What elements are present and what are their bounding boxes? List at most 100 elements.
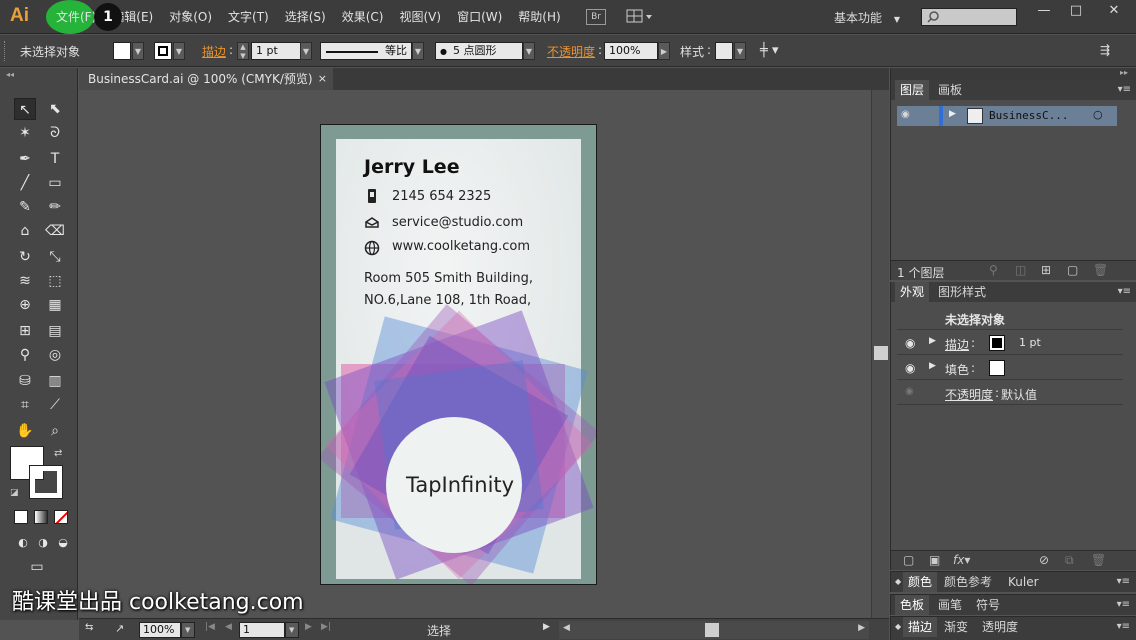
horizontal-scrollbar[interactable]: ◀ ▶: [559, 621, 869, 639]
lasso-icon[interactable]: ᘐ: [44, 122, 66, 144]
collapse-icon[interactable]: ◂◂: [6, 70, 14, 79]
stroke-profile-select[interactable]: 等比: [320, 42, 412, 60]
stepper-icon[interactable]: ▲ ▼: [237, 42, 249, 60]
new-layer-icon[interactable]: ▢: [1067, 263, 1078, 277]
tab-brushes[interactable]: 画笔: [933, 595, 967, 615]
expand-icon[interactable]: ◆: [895, 617, 901, 637]
chevron-down-icon[interactable]: ▼: [523, 42, 535, 60]
pen-tool-icon[interactable]: ✒: [14, 148, 36, 170]
default-colors-icon[interactable]: ◪: [10, 488, 19, 498]
chevron-down-icon[interactable]: ▼: [173, 42, 185, 60]
tab-appearance[interactable]: 外观: [895, 282, 930, 302]
maximize-icon[interactable]: □: [1060, 0, 1092, 22]
expand-icon[interactable]: ◆: [895, 572, 901, 592]
status-menu-icon[interactable]: ▶: [543, 622, 550, 632]
panel-menu-icon[interactable]: ▾≡: [1117, 576, 1130, 587]
appearance-stroke-row[interactable]: ◉ ▶ 描边 : 1 pt: [897, 331, 1123, 355]
chevron-down-icon[interactable]: ▼: [181, 622, 195, 638]
add-fill-icon[interactable]: ▣: [929, 553, 940, 567]
appearance-stroke-label[interactable]: 描边: [945, 336, 969, 353]
trash-icon[interactable]: 🗑: [1091, 553, 1106, 567]
perspective-grid-icon[interactable]: ▦: [44, 294, 66, 316]
type-tool-icon[interactable]: T: [44, 148, 66, 170]
rotate-tool-icon[interactable]: ↻: [14, 246, 36, 268]
free-transform-icon[interactable]: ⬚: [44, 270, 66, 292]
clipping-mask-icon[interactable]: ◫: [1015, 263, 1026, 277]
screen-mode-icon[interactable]: ▭: [26, 556, 48, 578]
pencil-icon[interactable]: ✏: [44, 196, 66, 218]
panel-menu-icon[interactable]: ▾≡: [1118, 84, 1131, 95]
chevron-down-icon[interactable]: ▼: [734, 42, 746, 60]
eraser-icon[interactable]: ⌫: [44, 220, 66, 242]
menu-view[interactable]: 视图(V): [391, 0, 449, 34]
gradient-tool-icon[interactable]: ▤: [44, 320, 66, 342]
draw-normal-icon[interactable]: ◐: [12, 532, 34, 554]
tab-kuler[interactable]: Kuler: [1003, 572, 1044, 592]
tab-color[interactable]: 颜色: [903, 572, 938, 592]
page-field[interactable]: 1: [239, 622, 285, 638]
scroll-right-icon[interactable]: ▶: [858, 623, 865, 633]
stroke-swatch[interactable]: [154, 42, 172, 60]
panel-menu-icon[interactable]: ▾≡: [1117, 599, 1130, 610]
menu-type[interactable]: 文字(T): [220, 0, 277, 34]
zoom-field[interactable]: 100%: [139, 622, 181, 638]
slice-tool-icon[interactable]: ⟋: [44, 394, 66, 416]
panel-menu-icon[interactable]: ▾≡: [1117, 621, 1130, 632]
collapse-icon[interactable]: ▸▸: [1120, 68, 1128, 77]
new-sublayer-icon[interactable]: ⊞: [1041, 263, 1051, 277]
opacity-field[interactable]: 100%: [604, 42, 658, 60]
symbol-sprayer-icon[interactable]: ⛁: [14, 370, 36, 392]
close-icon[interactable]: ✕: [1094, 0, 1134, 22]
close-tab-icon[interactable]: ×: [318, 68, 327, 90]
gpu-icon[interactable]: ⇆: [85, 622, 93, 633]
tab-stroke[interactable]: 描边: [903, 617, 938, 637]
opacity-label[interactable]: 不透明度: [547, 43, 595, 60]
style-swatch[interactable]: [715, 42, 733, 60]
selection-tool-icon[interactable]: ↖: [14, 98, 36, 120]
fx-icon[interactable]: fx▾: [953, 553, 970, 567]
blend-tool-icon[interactable]: ◎: [44, 344, 66, 366]
arrange-documents-button[interactable]: [626, 9, 654, 25]
tab-graphic-styles[interactable]: 图形样式: [933, 282, 991, 302]
tab-color-guide[interactable]: 颜色参考: [939, 572, 997, 592]
expand-arrow-icon[interactable]: ▶: [929, 336, 936, 346]
clear-appearance-icon[interactable]: ⊘: [1039, 553, 1049, 567]
layer-row[interactable]: ◉ ▶ BusinessC... ○: [897, 106, 1117, 126]
tab-layers[interactable]: 图层: [895, 80, 930, 100]
target-circle-icon[interactable]: ○: [1093, 108, 1103, 121]
appearance-opacity-row[interactable]: ◉ 不透明度 : 默认值: [897, 381, 1123, 405]
stroke-color-swatch[interactable]: [29, 465, 63, 499]
panel-menu-icon[interactable]: ⇶: [1100, 43, 1110, 57]
chevron-down-icon[interactable]: ▼: [412, 42, 424, 60]
locate-object-icon[interactable]: ⚲: [989, 263, 998, 277]
export-icon[interactable]: ↗: [115, 622, 124, 635]
swap-colors-icon[interactable]: ⇄: [54, 448, 62, 459]
document-tab[interactable]: BusinessCard.ai @ 100% (CMYK/预览) ×: [79, 68, 333, 90]
expand-arrow-icon[interactable]: ▶: [929, 361, 936, 371]
expand-arrow-icon[interactable]: ▶: [949, 109, 956, 119]
prev-page-icon[interactable]: ◀: [225, 622, 232, 632]
scroll-thumb[interactable]: [874, 346, 888, 360]
hand-tool-icon[interactable]: ✋: [14, 420, 36, 442]
graph-tool-icon[interactable]: ▥: [44, 370, 66, 392]
none-mode-icon[interactable]: [54, 510, 68, 524]
fill-swatch[interactable]: [989, 360, 1005, 376]
align-icon[interactable]: ╪ ▾: [760, 43, 778, 58]
minimize-icon[interactable]: —: [1028, 0, 1060, 22]
visibility-eye-icon[interactable]: ◉: [905, 336, 915, 350]
chevron-down-icon[interactable]: ▼: [300, 42, 312, 60]
line-tool-icon[interactable]: ╱: [14, 172, 36, 194]
document-canvas[interactable]: [79, 90, 871, 618]
duplicate-item-icon[interactable]: ⧉: [1065, 553, 1074, 568]
shape-builder-icon[interactable]: ⊕: [14, 294, 36, 316]
stroke-swatch[interactable]: [989, 335, 1005, 351]
rectangle-tool-icon[interactable]: ▭: [44, 172, 66, 194]
chevron-right-icon[interactable]: ▶: [658, 42, 670, 60]
menu-window[interactable]: 窗口(W): [449, 0, 510, 34]
visibility-eye-icon[interactable]: ◉: [905, 361, 915, 375]
bridge-button[interactable]: Br: [586, 9, 606, 25]
mesh-tool-icon[interactable]: ⊞: [14, 320, 36, 342]
chevron-down-icon[interactable]: ▼: [132, 42, 144, 60]
menu-effect[interactable]: 效果(C): [334, 0, 392, 34]
zoom-tool-icon[interactable]: ⌕: [44, 420, 66, 442]
